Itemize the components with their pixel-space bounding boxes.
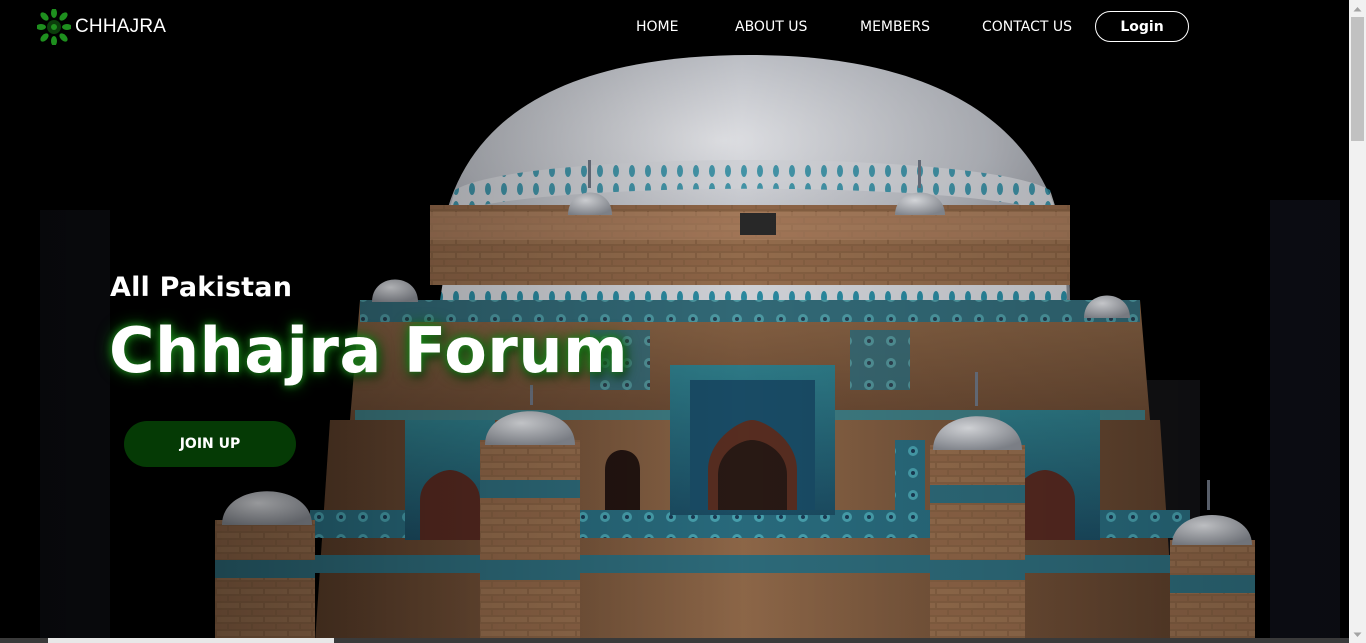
- arrow-up-icon[interactable]: [1349, 0, 1366, 17]
- login-button[interactable]: Login: [1095, 11, 1189, 42]
- page: CHHAJRA HOME ABOUT US MEMBERS CONTACT US…: [0, 0, 1366, 643]
- hero-title: Chhajra Forum: [109, 314, 629, 387]
- horizontal-scroll-strip: [0, 638, 1349, 643]
- top-navbar: CHHAJRA HOME ABOUT US MEMBERS CONTACT US…: [0, 0, 1349, 56]
- nav-about-link[interactable]: ABOUT US: [735, 19, 807, 35]
- nav-members-link[interactable]: MEMBERS: [860, 19, 930, 35]
- hero-subtitle: All Pakistan: [110, 272, 293, 303]
- vertical-scrollbar[interactable]: [1349, 0, 1366, 643]
- nav-home-link[interactable]: HOME: [636, 19, 678, 35]
- arrow-down-icon[interactable]: [1349, 626, 1366, 643]
- join-up-button[interactable]: JOIN UP: [124, 421, 296, 467]
- nav-contact-link[interactable]: CONTACT US: [982, 19, 1072, 35]
- horizontal-scroll-thumb[interactable]: [48, 638, 334, 643]
- scrollbar-thumb[interactable]: [1351, 17, 1364, 141]
